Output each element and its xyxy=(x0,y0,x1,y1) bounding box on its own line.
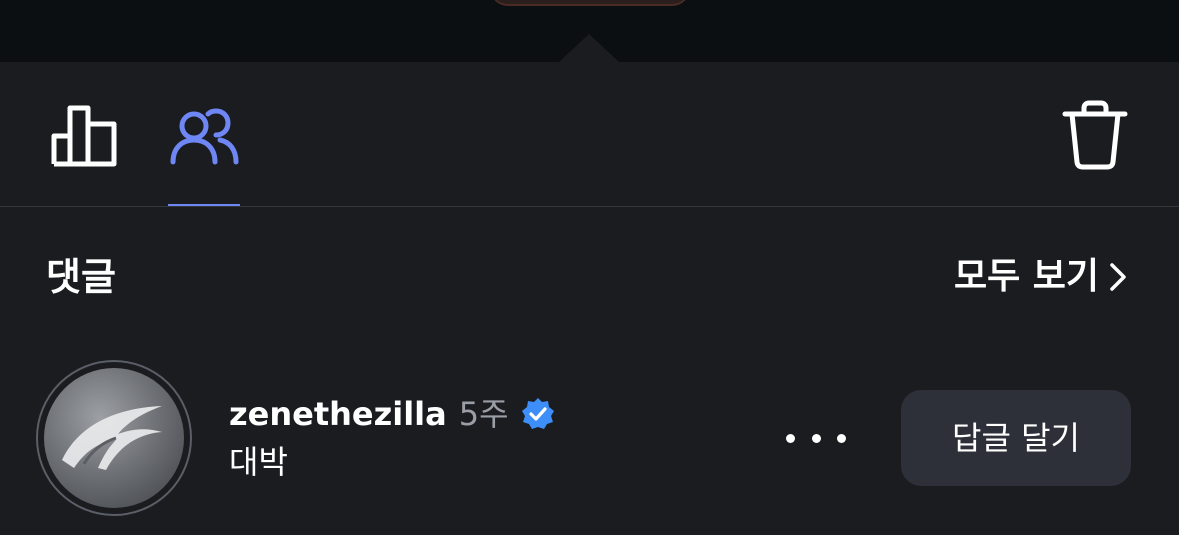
story-comments-screen: 댓글 모두 보기 zenethezilla 5주 대박 답글 달기 xyxy=(0,0,1179,535)
comment-username[interactable]: zenethezilla xyxy=(229,392,447,436)
tabs-divider xyxy=(0,206,1179,207)
story-thumbnail[interactable] xyxy=(490,0,690,6)
see-all-button[interactable]: 모두 보기 xyxy=(954,254,1127,300)
avatar-image xyxy=(44,368,184,508)
reply-label: 답글 달기 xyxy=(952,419,1080,457)
more-options-icon[interactable] xyxy=(786,420,846,456)
chevron-right-icon xyxy=(1110,263,1126,291)
verified-badge-icon xyxy=(521,398,554,429)
comment-timestamp: 5주 xyxy=(458,395,509,433)
trash-icon[interactable] xyxy=(1062,100,1128,170)
reply-button[interactable]: 답글 달기 xyxy=(901,390,1131,486)
comment-text: 대박 xyxy=(229,443,288,481)
comments-title: 댓글 xyxy=(46,255,116,299)
people-icon[interactable] xyxy=(168,106,240,168)
see-all-label: 모두 보기 xyxy=(953,256,1099,297)
more-dot xyxy=(811,433,821,443)
sheet-tabs xyxy=(0,62,1179,206)
more-dot xyxy=(786,433,795,443)
bar-chart-icon[interactable] xyxy=(50,104,118,168)
avatar[interactable] xyxy=(36,360,192,516)
comment-header: zenethezilla 5주 xyxy=(229,392,555,436)
avatar-logo-icon xyxy=(62,406,162,470)
more-dot xyxy=(837,433,846,443)
sheet-pointer xyxy=(559,34,619,62)
